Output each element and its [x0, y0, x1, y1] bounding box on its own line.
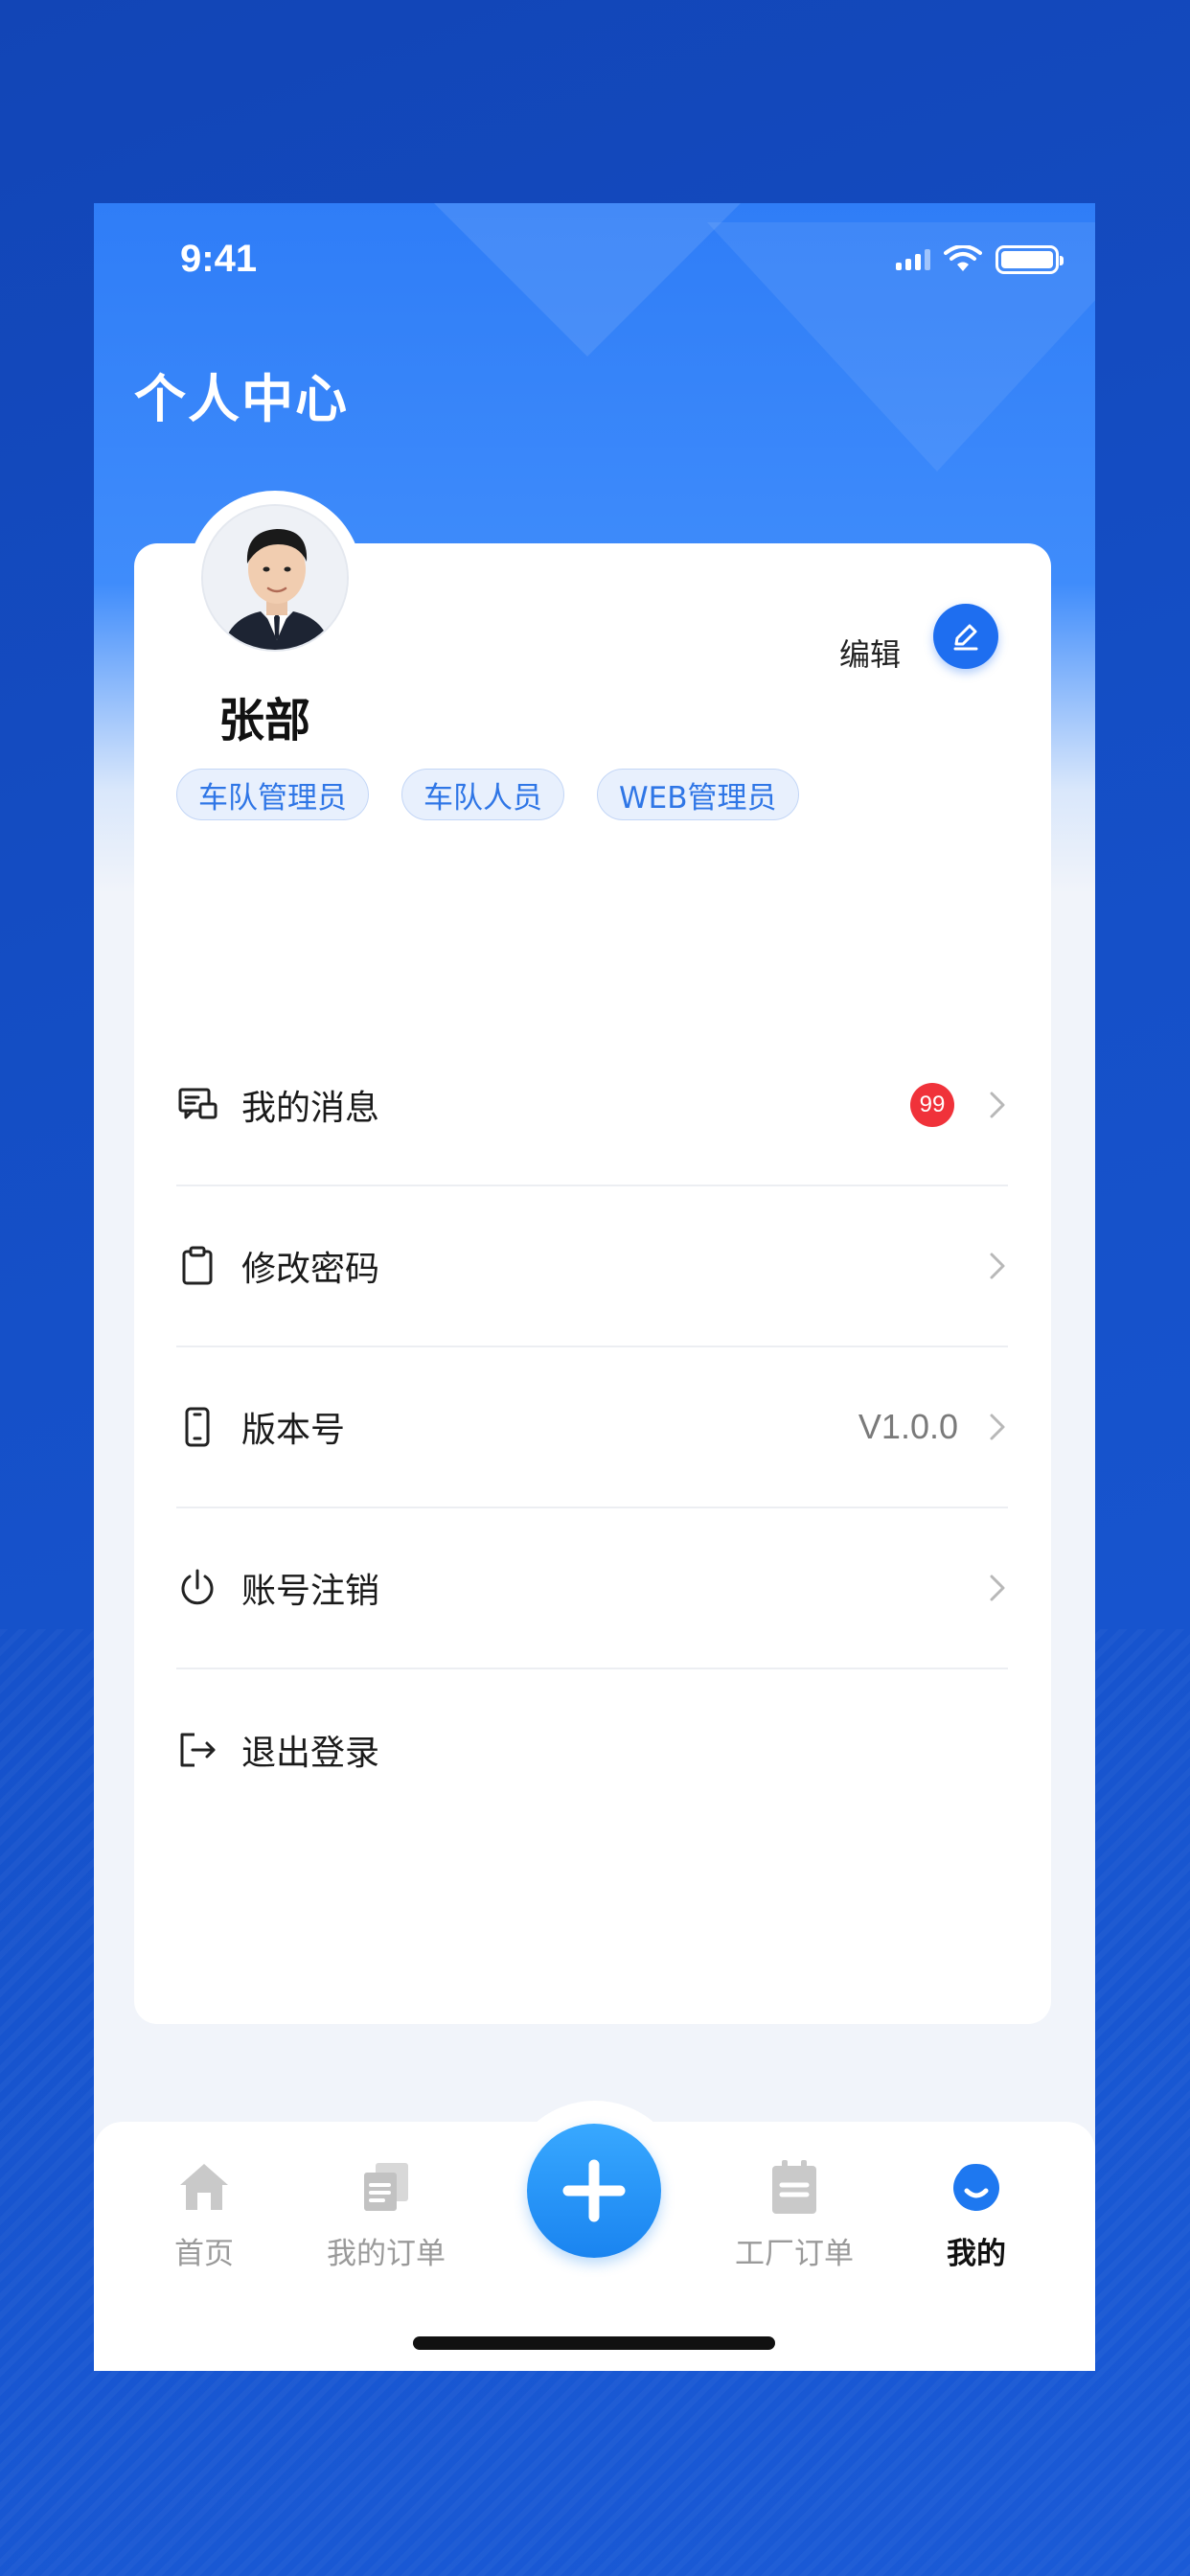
status-time: 9:41: [180, 238, 258, 280]
battery-icon: [995, 245, 1064, 274]
menu-item-logout[interactable]: 退出登录: [176, 1669, 1008, 1830]
version-value: V1.0.0: [858, 1407, 958, 1446]
chevron-right-icon: [987, 1088, 1008, 1122]
orders-icon: [357, 2158, 415, 2216]
chevron-right-icon: [987, 1410, 1008, 1444]
add-icon: [562, 2159, 626, 2222]
wifi-icon: [944, 245, 982, 271]
add-button[interactable]: [527, 2124, 661, 2258]
status-bar: 9:41: [94, 203, 1095, 318]
phone-icon: [176, 1406, 218, 1448]
clipboard-icon: [176, 1245, 218, 1287]
tab-home[interactable]: 首页: [113, 2158, 295, 2272]
chevron-right-icon: [987, 1249, 1008, 1283]
user-name: 张部: [218, 694, 311, 748]
home-icon: [175, 2158, 233, 2216]
menu-item-change-password[interactable]: 修改密码: [176, 1186, 1008, 1347]
avatar[interactable]: [188, 491, 362, 665]
pencil-icon: [953, 624, 978, 651]
chevron-right-icon: [987, 1571, 1008, 1605]
edit-button[interactable]: [933, 604, 998, 669]
tab-factory-orders[interactable]: 工厂订单: [703, 2158, 885, 2272]
logout-icon: [176, 1729, 218, 1771]
menu-item-label: 修改密码: [241, 1250, 380, 1289]
menu-item-label: 我的消息: [241, 1089, 380, 1128]
signal-icon: [896, 249, 930, 270]
role-tag: 车队管理员: [176, 769, 369, 820]
tab-label: 我的订单: [327, 2237, 446, 2271]
power-icon: [176, 1567, 218, 1609]
tab-profile[interactable]: 我的: [885, 2158, 1067, 2272]
status-icons: [896, 245, 1064, 274]
menu-item-label: 版本号: [241, 1411, 346, 1450]
tab-label: 工厂订单: [735, 2237, 854, 2271]
avatar-image: [201, 504, 349, 652]
menu-item-version[interactable]: 版本号 V1.0.0: [176, 1347, 1008, 1508]
tab-label: 首页: [174, 2237, 234, 2271]
tab-label: 我的: [947, 2237, 1006, 2271]
role-tag: 车队人员: [401, 769, 564, 820]
menu-item-cancel-account[interactable]: 账号注销: [176, 1508, 1008, 1669]
factory-order-icon: [766, 2158, 823, 2216]
role-tag: WEB管理员: [597, 769, 799, 820]
role-tags: 车队管理员 车队人员 WEB管理员: [176, 769, 799, 820]
menu-item-label: 退出登录: [241, 1734, 380, 1773]
phone-screen: 9:41 个人中心 编辑 张部 车队管理员 车队人员 WEB管理员 我的消息 9…: [94, 203, 1095, 2371]
menu-item-label: 账号注销: [241, 1572, 380, 1611]
menu-item-messages[interactable]: 我的消息 99: [176, 1025, 1008, 1186]
tab-my-orders[interactable]: 我的订单: [295, 2158, 477, 2272]
profile-icon: [948, 2158, 1005, 2216]
message-icon: [176, 1084, 218, 1126]
edit-label[interactable]: 编辑: [839, 631, 901, 675]
page-title: 个人中心: [134, 369, 349, 429]
home-indicator: [413, 2336, 775, 2350]
unread-badge: 99: [910, 1083, 954, 1127]
